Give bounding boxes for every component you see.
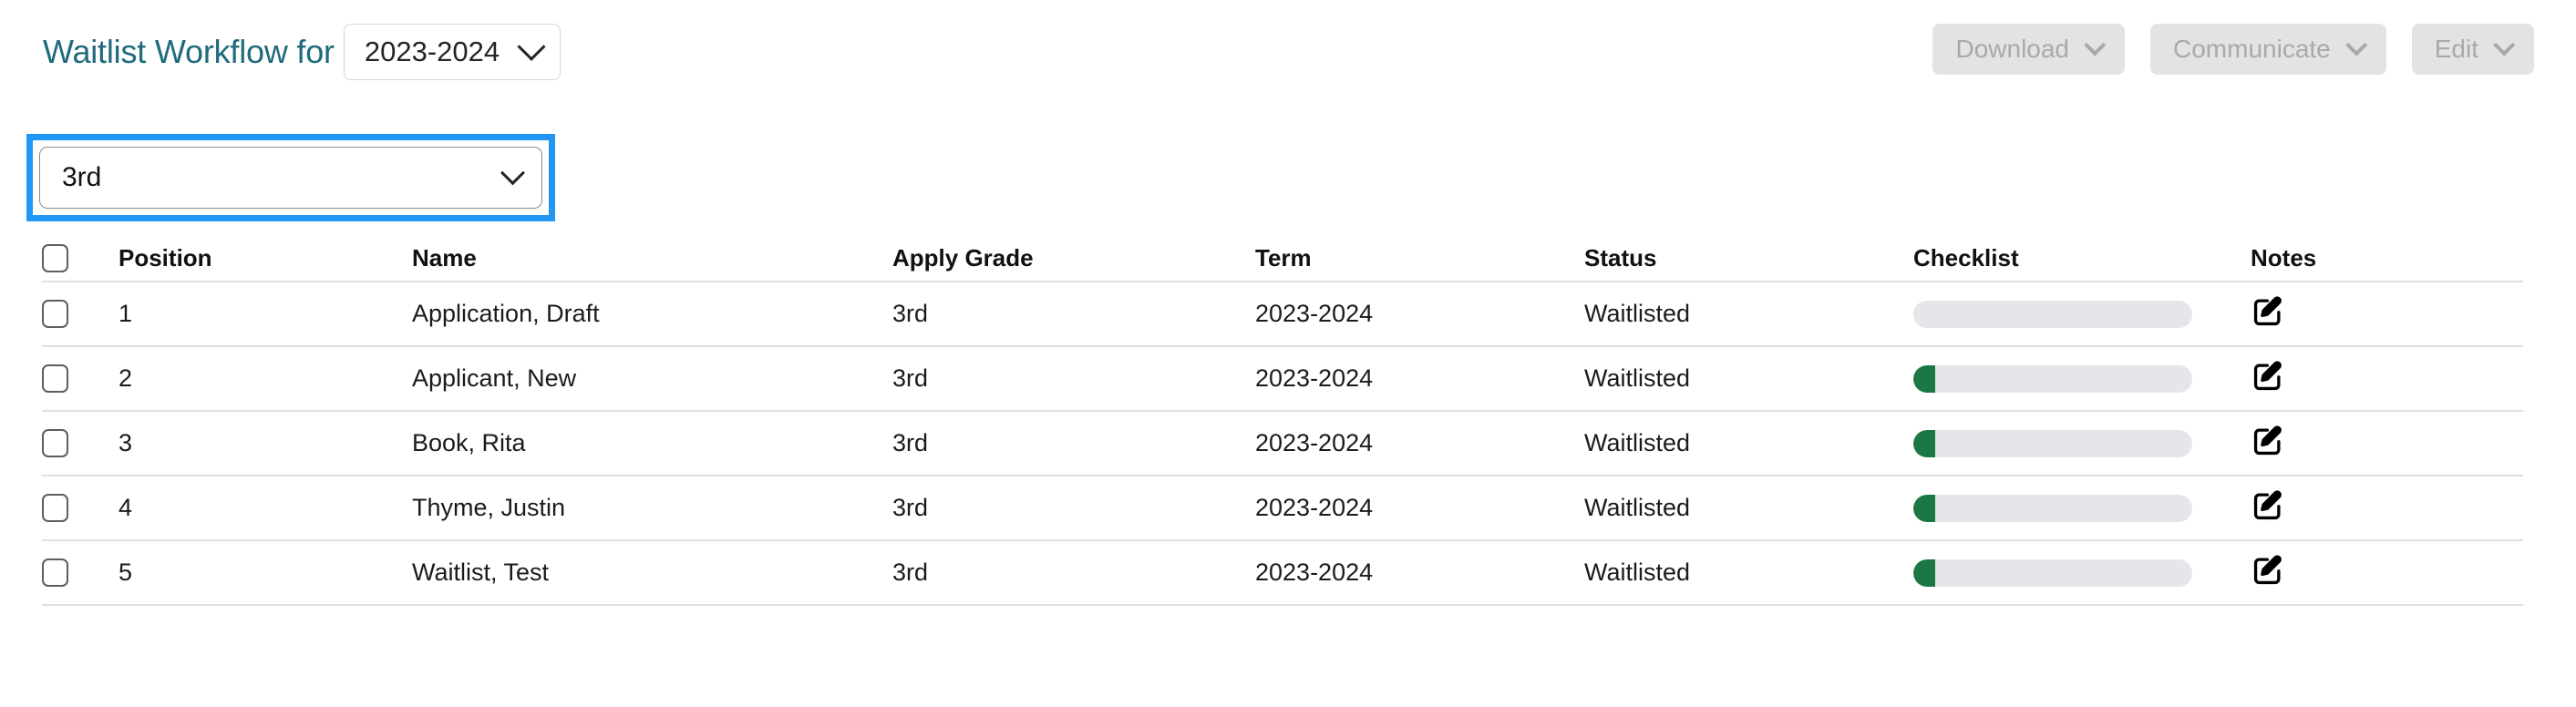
cell-status: Waitlisted <box>1584 429 1913 457</box>
select-all-checkbox[interactable] <box>42 244 68 272</box>
row-select-cell <box>42 558 118 587</box>
grade-filter-focus-ring: 3rd <box>26 134 555 221</box>
row-checkbox[interactable] <box>42 558 68 587</box>
checklist-progress-fill <box>1913 430 1935 457</box>
row-checkbox[interactable] <box>42 494 68 522</box>
note-edit-icon[interactable] <box>2251 294 2285 329</box>
column-header-status[interactable]: Status <box>1584 244 1913 272</box>
checklist-progress-fill <box>1913 495 1935 522</box>
chevron-down-icon <box>2493 34 2515 56</box>
waitlist-workflow-page: Waitlist Workflow for 2023-2024 Download… <box>0 0 2576 707</box>
cell-term: 2023-2024 <box>1255 494 1584 522</box>
cell-position: 5 <box>118 558 412 587</box>
table-body: 1 Application, Draft 3rd 2023-2024 Waitl… <box>42 282 2523 606</box>
school-year-dropdown[interactable]: 2023-2024 <box>344 24 561 80</box>
grade-filter-select[interactable]: 3rd <box>39 147 542 209</box>
cell-notes <box>2251 294 2488 333</box>
column-header-apply-grade[interactable]: Apply Grade <box>892 244 1255 272</box>
title-group: Waitlist Workflow for 2023-2024 <box>43 24 561 80</box>
cell-apply-grade: 3rd <box>892 429 1255 457</box>
note-edit-icon[interactable] <box>2251 424 2285 458</box>
row-checkbox[interactable] <box>42 429 68 457</box>
communicate-button-label: Communicate <box>2173 35 2331 64</box>
cell-position: 1 <box>118 300 412 328</box>
grade-filter-value: 3rd <box>62 162 101 193</box>
cell-apply-grade: 3rd <box>892 558 1255 587</box>
row-select-cell <box>42 300 118 328</box>
row-select-cell <box>42 494 118 522</box>
communicate-button[interactable]: Communicate <box>2150 24 2386 75</box>
note-edit-icon[interactable] <box>2251 359 2285 394</box>
row-checkbox[interactable] <box>42 300 68 328</box>
cell-name: Waitlist, Test <box>412 558 892 587</box>
cell-position: 2 <box>118 364 412 393</box>
row-select-cell <box>42 364 118 393</box>
row-select-cell <box>42 429 118 457</box>
column-header-term[interactable]: Term <box>1255 244 1584 272</box>
cell-checklist <box>1913 365 2251 393</box>
cell-checklist <box>1913 301 2251 328</box>
table-row[interactable]: 5 Waitlist, Test 3rd 2023-2024 Waitliste… <box>42 541 2523 606</box>
table-row[interactable]: 2 Applicant, New 3rd 2023-2024 Waitliste… <box>42 347 2523 412</box>
checklist-progress-fill <box>1913 559 1935 587</box>
column-header-notes[interactable]: Notes <box>2251 244 2488 272</box>
checklist-progress-bar <box>1913 430 2192 457</box>
download-button[interactable]: Download <box>1932 24 2125 75</box>
edit-button[interactable]: Edit <box>2412 24 2534 75</box>
note-edit-icon[interactable] <box>2251 488 2285 523</box>
cell-term: 2023-2024 <box>1255 364 1584 393</box>
chevron-down-icon <box>2084 34 2106 56</box>
cell-term: 2023-2024 <box>1255 558 1584 587</box>
table-row[interactable]: 3 Book, Rita 3rd 2023-2024 Waitlisted <box>42 412 2523 476</box>
cell-position: 3 <box>118 429 412 457</box>
page-header: Waitlist Workflow for 2023-2024 Download… <box>0 0 2576 109</box>
cell-notes <box>2251 553 2488 592</box>
chevron-down-icon <box>2345 34 2367 56</box>
download-button-label: Download <box>1955 35 2069 64</box>
checklist-progress-bar <box>1913 559 2192 587</box>
note-edit-icon[interactable] <box>2251 553 2285 588</box>
cell-name: Book, Rita <box>412 429 892 457</box>
column-header-position[interactable]: Position <box>118 244 412 272</box>
checklist-progress-fill <box>1913 365 1935 393</box>
cell-status: Waitlisted <box>1584 494 1913 522</box>
cell-apply-grade: 3rd <box>892 494 1255 522</box>
chevron-down-icon <box>518 33 546 61</box>
column-header-name[interactable]: Name <box>412 244 892 272</box>
cell-status: Waitlisted <box>1584 558 1913 587</box>
checklist-progress-bar <box>1913 301 2192 328</box>
cell-notes <box>2251 424 2488 463</box>
cell-name: Applicant, New <box>412 364 892 393</box>
cell-notes <box>2251 488 2488 528</box>
cell-status: Waitlisted <box>1584 364 1913 393</box>
cell-term: 2023-2024 <box>1255 429 1584 457</box>
table-header-row: Position Name Apply Grade Term Status Ch… <box>42 235 2523 282</box>
chevron-down-icon <box>500 160 525 185</box>
cell-apply-grade: 3rd <box>892 364 1255 393</box>
cell-term: 2023-2024 <box>1255 300 1584 328</box>
edit-button-label: Edit <box>2435 35 2478 64</box>
cell-checklist <box>1913 495 2251 522</box>
table-row[interactable]: 1 Application, Draft 3rd 2023-2024 Waitl… <box>42 282 2523 347</box>
row-checkbox[interactable] <box>42 364 68 393</box>
cell-apply-grade: 3rd <box>892 300 1255 328</box>
cell-checklist <box>1913 430 2251 457</box>
school-year-value: 2023-2024 <box>365 36 500 68</box>
header-actions: Download Communicate Edit <box>1932 24 2534 75</box>
table-row[interactable]: 4 Thyme, Justin 3rd 2023-2024 Waitlisted <box>42 476 2523 541</box>
cell-notes <box>2251 359 2488 398</box>
waitlist-table: Position Name Apply Grade Term Status Ch… <box>42 235 2523 606</box>
column-header-checklist[interactable]: Checklist <box>1913 244 2251 272</box>
cell-position: 4 <box>118 494 412 522</box>
cell-status: Waitlisted <box>1584 300 1913 328</box>
select-all-cell <box>42 244 118 272</box>
cell-name: Application, Draft <box>412 300 892 328</box>
checklist-progress-bar <box>1913 365 2192 393</box>
cell-name: Thyme, Justin <box>412 494 892 522</box>
checklist-progress-bar <box>1913 495 2192 522</box>
page-title: Waitlist Workflow for <box>43 33 335 71</box>
cell-checklist <box>1913 559 2251 587</box>
